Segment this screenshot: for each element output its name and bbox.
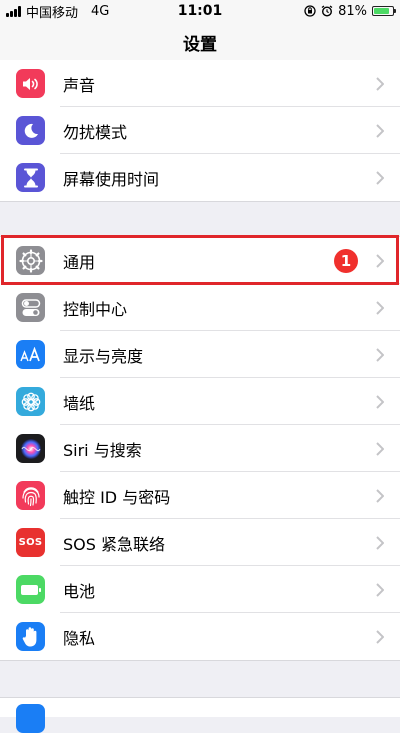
chevron-right-icon bbox=[376, 629, 384, 644]
rotation-lock-icon bbox=[304, 5, 316, 17]
settings-item-privacy[interactable]: 隐私 bbox=[0, 613, 400, 660]
chevron-right-icon bbox=[376, 123, 384, 138]
hourglass-icon bbox=[16, 163, 45, 192]
settings-item-label: 隐私 bbox=[63, 628, 96, 648]
hand-icon bbox=[16, 622, 45, 651]
chevron-right-icon bbox=[376, 253, 384, 268]
settings-item-screen-time[interactable]: 屏幕使用时间 bbox=[0, 154, 400, 201]
moon-icon bbox=[16, 116, 45, 145]
fingerprint-icon bbox=[16, 481, 45, 510]
flower-icon bbox=[16, 387, 45, 416]
settings-item-label: Siri 与搜索 bbox=[63, 440, 142, 460]
next-item-icon bbox=[16, 704, 45, 733]
chevron-right-icon bbox=[376, 76, 384, 91]
settings-item-touch-id-passcode[interactable]: 触控 ID 与密码 bbox=[0, 472, 400, 519]
battery-fill bbox=[374, 8, 389, 14]
alarm-icon bbox=[321, 5, 333, 17]
settings-item-battery[interactable]: 电池 bbox=[0, 566, 400, 613]
settings-item-sound[interactable]: 声音 bbox=[0, 60, 400, 107]
page-title: 设置 bbox=[183, 35, 217, 55]
settings-item-siri-search[interactable]: Siri 与搜索 bbox=[0, 425, 400, 472]
status-right: 81% bbox=[304, 0, 396, 22]
settings-group-2: 通用 1 控制中心 显示与亮度 墙纸 Siri 与搜索 触控 ID 与密码 SO… bbox=[0, 236, 400, 661]
settings-item-label: 勿扰模式 bbox=[63, 122, 128, 142]
chevron-right-icon bbox=[376, 488, 384, 503]
siri-icon bbox=[16, 434, 45, 463]
gear-icon bbox=[16, 246, 45, 275]
settings-item-label: 电池 bbox=[63, 581, 96, 601]
settings-item-wallpaper[interactable]: 墙纸 bbox=[0, 378, 400, 425]
toggles-icon bbox=[16, 293, 45, 322]
settings-item-label: 控制中心 bbox=[63, 299, 128, 319]
settings-item-emergency-sos[interactable]: SOS SOS 紧急联络 bbox=[0, 519, 400, 566]
settings-item-label: 屏幕使用时间 bbox=[63, 169, 160, 189]
chevron-right-icon bbox=[376, 170, 384, 185]
battery-percent: 81% bbox=[338, 3, 367, 19]
status-bar: 中国移动 4G 11:01 81% bbox=[0, 0, 400, 22]
chevron-right-icon bbox=[376, 300, 384, 315]
settings-item-label: 通用 bbox=[63, 252, 96, 272]
chevron-right-icon bbox=[376, 535, 384, 550]
settings-item-label: SOS 紧急联络 bbox=[63, 534, 165, 554]
settings-item-display-brightness[interactable]: 显示与亮度 bbox=[0, 331, 400, 378]
settings-item-label: 触控 ID 与密码 bbox=[63, 487, 171, 507]
settings-item-control-center[interactable]: 控制中心 bbox=[0, 284, 400, 331]
speaker-icon bbox=[16, 69, 45, 98]
chevron-right-icon bbox=[376, 582, 384, 597]
settings-item-do-not-disturb[interactable]: 勿扰模式 bbox=[0, 107, 400, 154]
settings-group-1: 声音 勿扰模式 屏幕使用时间 bbox=[0, 60, 400, 202]
settings-item-label: 显示与亮度 bbox=[63, 346, 144, 366]
chevron-right-icon bbox=[376, 394, 384, 409]
chevron-right-icon bbox=[376, 347, 384, 362]
text-size-icon bbox=[16, 340, 45, 369]
notification-badge: 1 bbox=[334, 248, 358, 273]
settings-group-3 bbox=[0, 697, 400, 733]
sos-icon-text: SOS bbox=[18, 537, 43, 548]
settings-item-label: 墙纸 bbox=[63, 393, 96, 413]
settings-item-general[interactable]: 通用 1 bbox=[0, 237, 400, 284]
battery-status-icon bbox=[372, 6, 396, 16]
sos-icon: SOS bbox=[16, 528, 45, 557]
settings-item-label: 声音 bbox=[63, 75, 96, 95]
chevron-right-icon bbox=[376, 441, 384, 456]
battery-icon bbox=[16, 575, 45, 604]
